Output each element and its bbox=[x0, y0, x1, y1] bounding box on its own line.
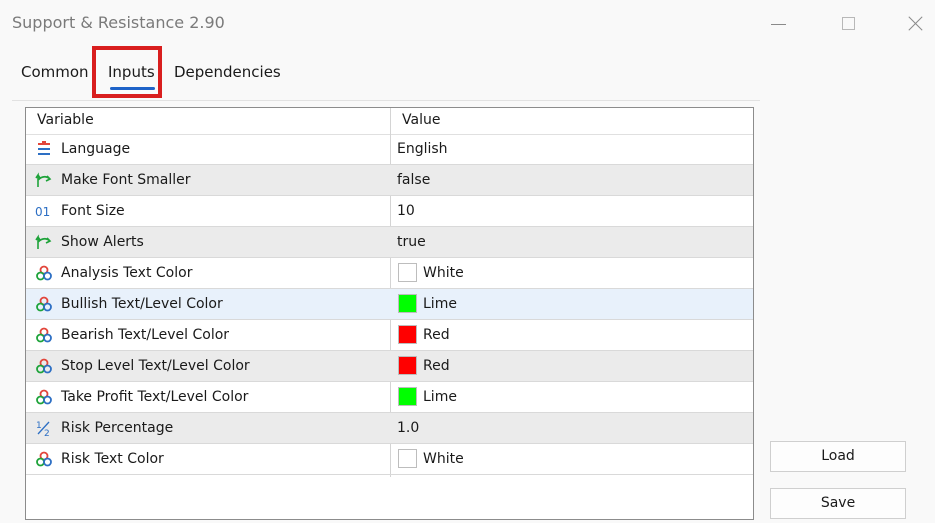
variable-value[interactable]: Red bbox=[423, 358, 450, 374]
input-row-analysis-text-color[interactable]: Analysis Text Color White bbox=[26, 258, 753, 289]
input-row-risk-percentage[interactable]: 12 Risk Percentage 1.0 bbox=[26, 413, 753, 444]
integer-icon: 01 bbox=[35, 202, 53, 220]
fraction-icon: 12 bbox=[35, 419, 53, 437]
tab-divider bbox=[12, 100, 760, 101]
color-swatch bbox=[398, 294, 417, 313]
input-row-show-alerts[interactable]: Show Alerts true bbox=[26, 227, 753, 258]
close-icon[interactable] bbox=[898, 10, 932, 38]
input-row-stop-level-color[interactable]: Stop Level Text/Level Color Red bbox=[26, 351, 753, 382]
input-row-take-profit-color[interactable]: Take Profit Text/Level Color Lime bbox=[26, 382, 753, 413]
variable-value[interactable]: false bbox=[397, 172, 430, 188]
color-swatch bbox=[398, 263, 417, 282]
variable-name: Bullish Text/Level Color bbox=[61, 296, 223, 312]
svg-text:2: 2 bbox=[44, 429, 50, 437]
input-row-font-size[interactable]: 01 Font Size 10 bbox=[26, 196, 753, 227]
minimize-icon[interactable] bbox=[763, 10, 797, 38]
color-icon bbox=[35, 326, 53, 344]
input-row-risk-text-color[interactable]: Risk Text Color White bbox=[26, 444, 753, 475]
window-title: Support & Resistance 2.90 bbox=[12, 13, 225, 32]
variable-name: Font Size bbox=[61, 203, 125, 219]
highlight-box bbox=[92, 46, 162, 98]
title-bar: Support & Resistance 2.90 bbox=[0, 0, 935, 50]
svg-text:01: 01 bbox=[35, 205, 50, 219]
variable-name: Show Alerts bbox=[61, 234, 144, 250]
variable-name: Bearish Text/Level Color bbox=[61, 327, 230, 343]
input-row-bearish-color[interactable]: Bearish Text/Level Color Red bbox=[26, 320, 753, 351]
color-swatch bbox=[398, 449, 417, 468]
tab-dependencies[interactable]: Dependencies bbox=[174, 63, 281, 81]
inputs-grid: Variable Value Language English Make Fon… bbox=[25, 107, 754, 520]
list-icon bbox=[35, 140, 53, 158]
variable-name: Risk Text Color bbox=[61, 451, 164, 467]
variable-value[interactable]: White bbox=[423, 265, 464, 281]
color-icon bbox=[35, 264, 53, 282]
variable-value[interactable]: Lime bbox=[423, 296, 457, 312]
tab-common[interactable]: Common bbox=[21, 63, 89, 81]
variable-value[interactable]: 1.0 bbox=[397, 420, 419, 436]
header-value[interactable]: Value bbox=[402, 112, 440, 128]
svg-text:1: 1 bbox=[36, 421, 42, 431]
input-row-make-font-smaller[interactable]: Make Font Smaller false bbox=[26, 165, 753, 196]
variable-name: Risk Percentage bbox=[61, 420, 174, 436]
load-button[interactable]: Load bbox=[770, 441, 906, 472]
variable-name: Take Profit Text/Level Color bbox=[61, 389, 249, 405]
color-icon bbox=[35, 357, 53, 375]
variable-name: Make Font Smaller bbox=[61, 172, 191, 188]
variable-name: Analysis Text Color bbox=[61, 265, 193, 281]
color-swatch bbox=[398, 325, 417, 344]
variable-value[interactable]: 10 bbox=[397, 203, 415, 219]
input-row-bullish-color[interactable]: Bullish Text/Level Color Lime bbox=[26, 289, 753, 320]
variable-value[interactable]: English bbox=[397, 141, 448, 157]
variable-name: Language bbox=[61, 141, 131, 157]
save-button[interactable]: Save bbox=[770, 488, 906, 519]
color-icon bbox=[35, 388, 53, 406]
variable-value[interactable]: White bbox=[423, 451, 464, 467]
color-icon bbox=[35, 295, 53, 313]
variable-value[interactable]: Red bbox=[423, 327, 450, 343]
variable-value[interactable]: true bbox=[397, 234, 426, 250]
bool-arrow-icon bbox=[35, 233, 53, 251]
variable-value[interactable]: Lime bbox=[423, 389, 457, 405]
color-swatch bbox=[398, 356, 417, 375]
color-swatch bbox=[398, 387, 417, 406]
bool-arrow-icon bbox=[35, 171, 53, 189]
color-icon bbox=[35, 450, 53, 468]
variable-name: Stop Level Text/Level Color bbox=[61, 358, 250, 374]
input-row-language[interactable]: Language English bbox=[26, 134, 753, 165]
maximize-icon[interactable] bbox=[832, 10, 866, 38]
header-variable[interactable]: Variable bbox=[37, 112, 94, 128]
